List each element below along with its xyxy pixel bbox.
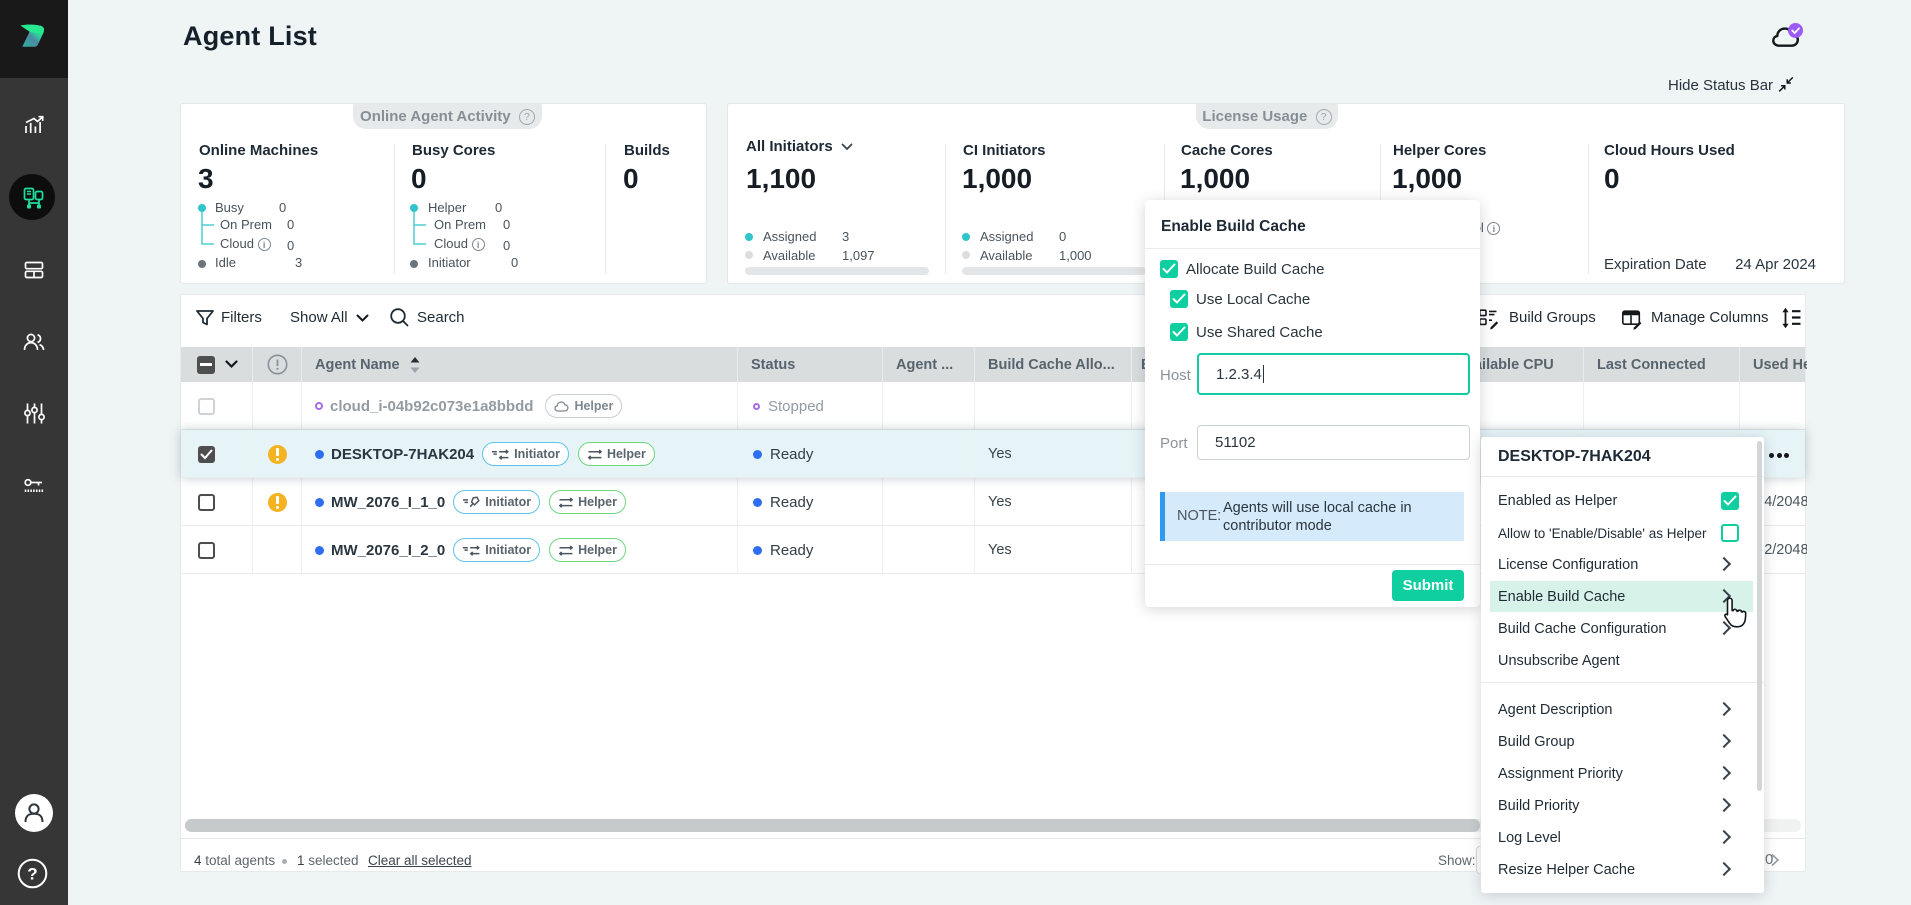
svg-text:?: ? — [27, 865, 37, 884]
